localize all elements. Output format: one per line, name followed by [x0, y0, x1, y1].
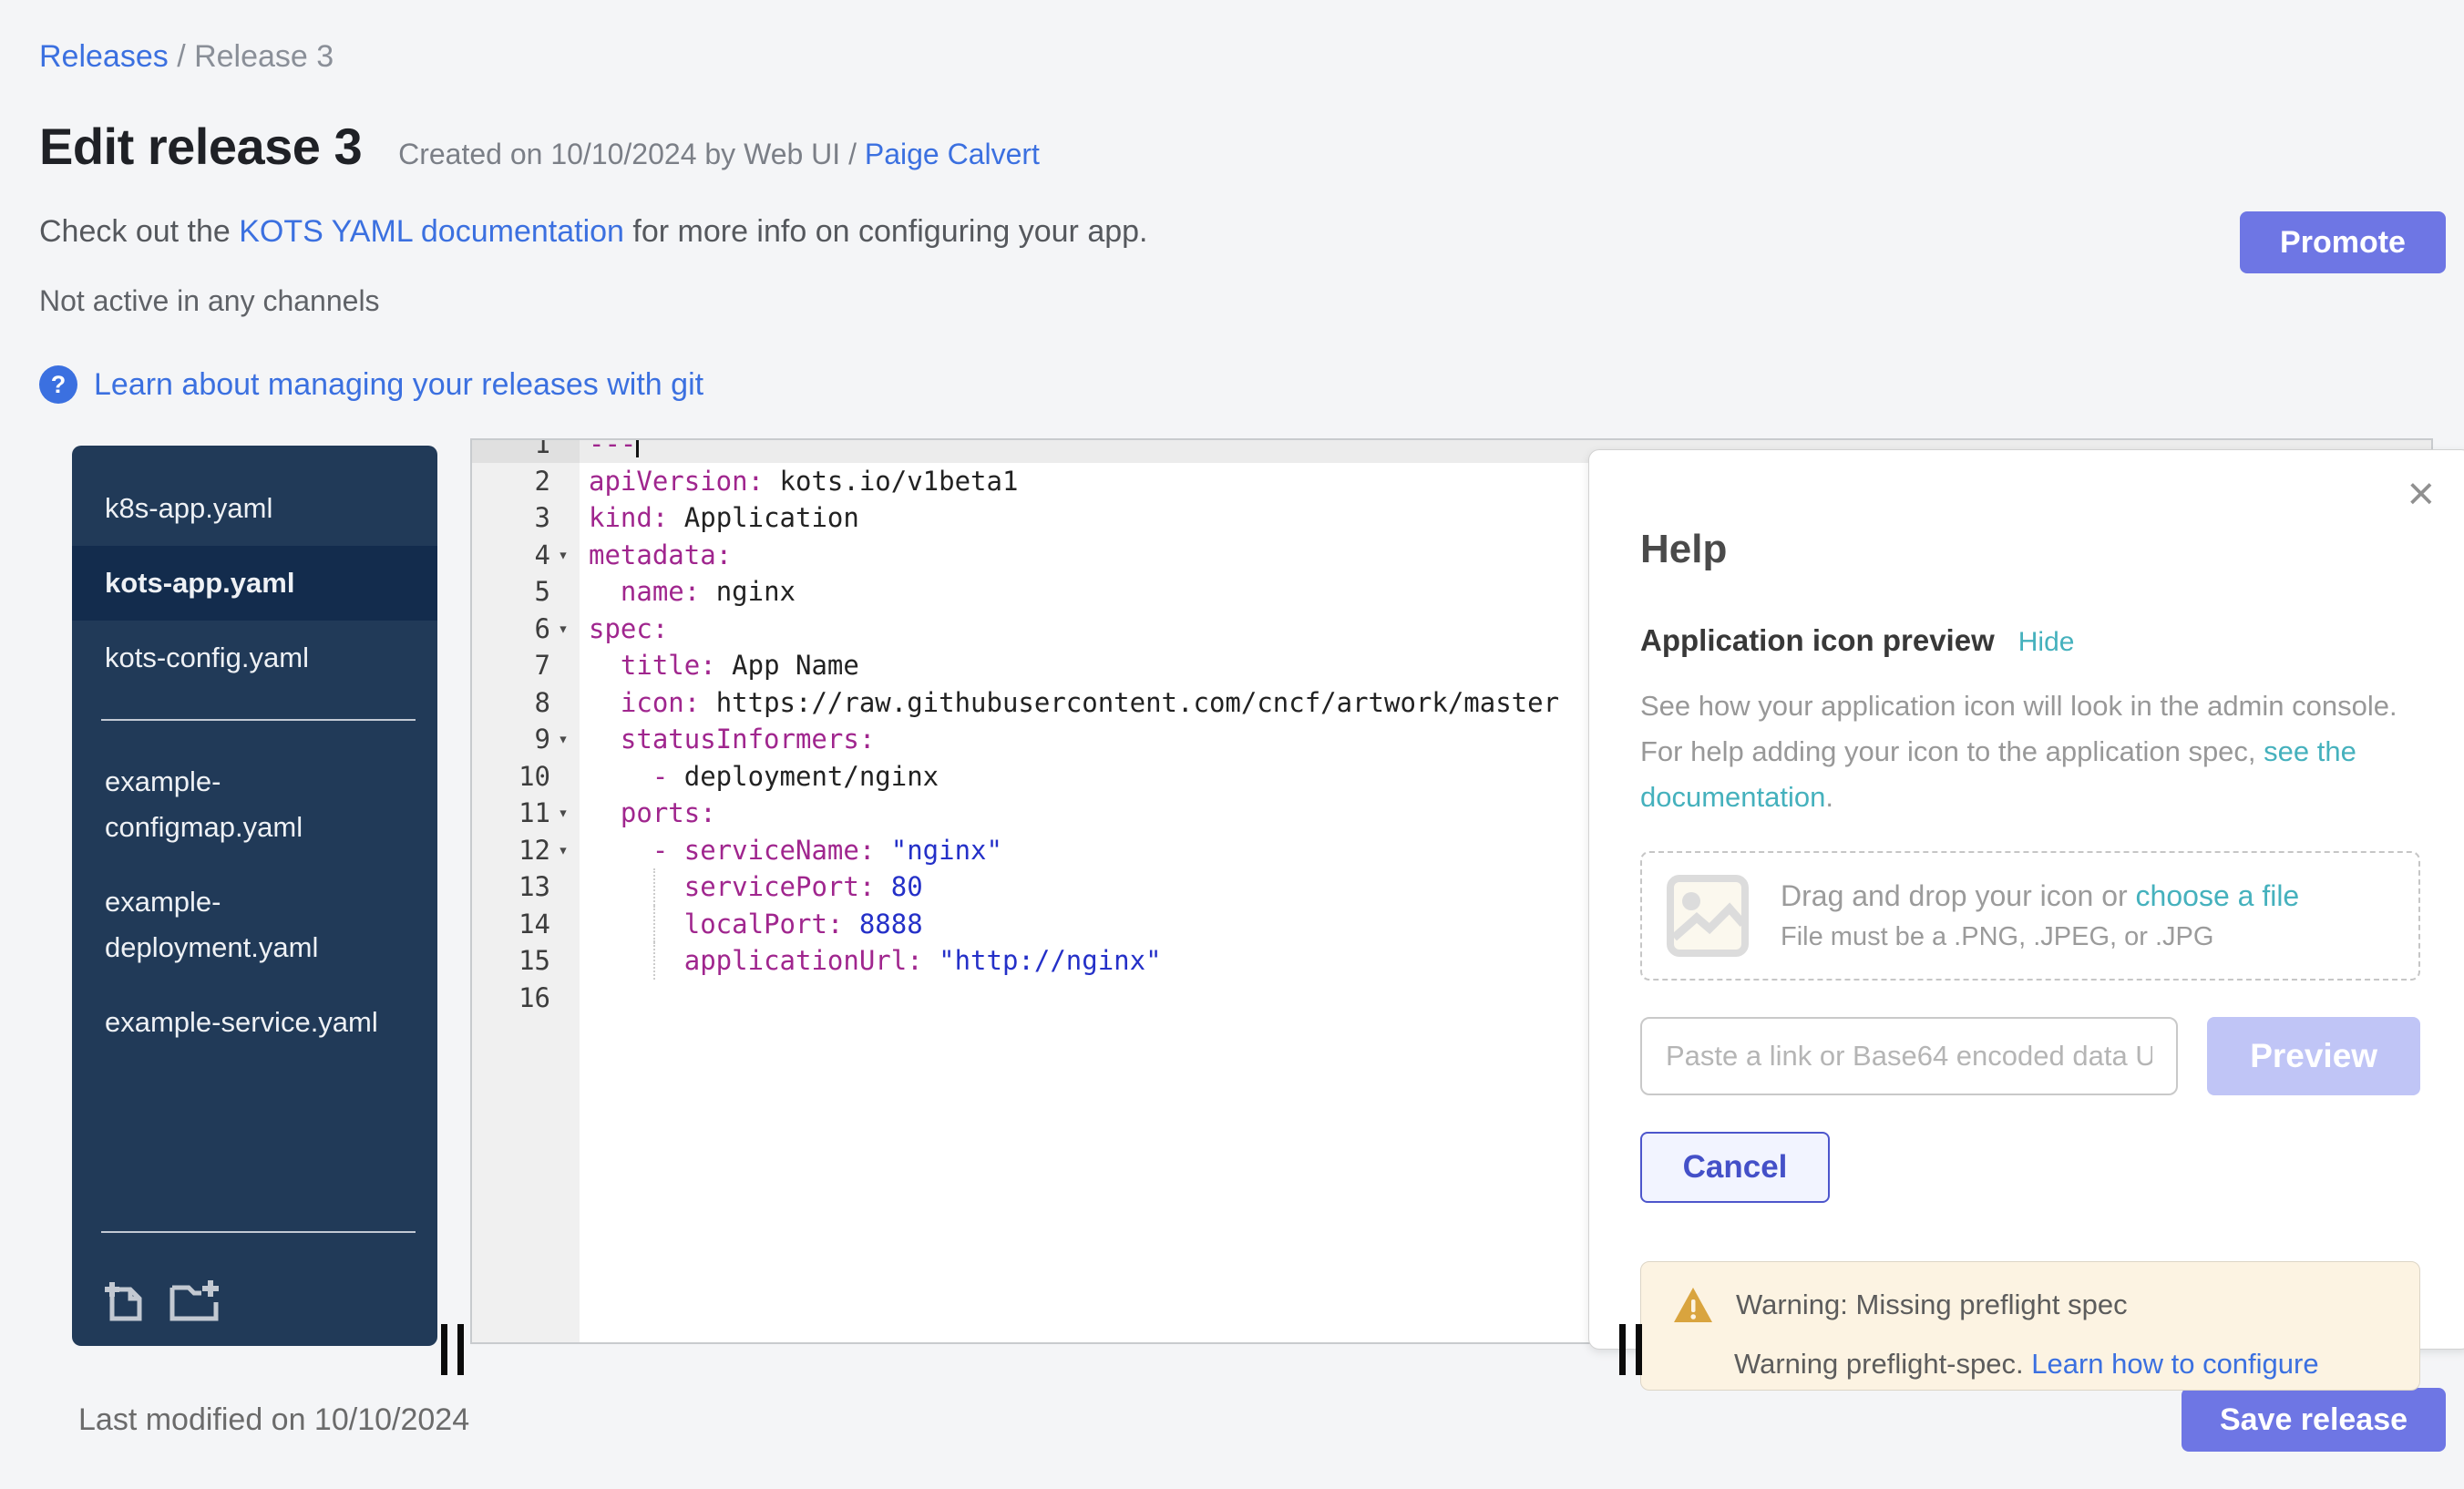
- file-sidebar: k8s-app.yamlkots-app.yamlkots-config.yam…: [72, 446, 437, 1346]
- preflight-warning: Warning: Missing preflight spec Warning …: [1640, 1261, 2420, 1391]
- cancel-button[interactable]: Cancel: [1640, 1132, 1830, 1203]
- fold-arrow-icon[interactable]: ▾: [550, 729, 576, 749]
- promote-button[interactable]: Promote: [2240, 211, 2446, 273]
- gutter-line-11: 11▾: [472, 795, 580, 832]
- gutter-line-12: 12▾: [472, 832, 580, 869]
- breadcrumb-releases-link[interactable]: Releases: [39, 39, 169, 74]
- image-placeholder-icon: [1666, 874, 1750, 958]
- sidebar-file-k8s-app.yaml[interactable]: k8s-app.yaml: [72, 471, 437, 546]
- gutter-line-8: 8: [472, 684, 580, 722]
- fold-arrow-icon[interactable]: ▾: [550, 545, 576, 565]
- channel-status: Not active in any channels: [39, 284, 2464, 318]
- dropzone-hint: File must be a .PNG, .JPEG, or .JPG: [1781, 922, 2299, 952]
- gutter-line-7: 7: [472, 647, 580, 684]
- icon-preview-description: See how your application icon will look …: [1640, 683, 2406, 820]
- fold-arrow-icon[interactable]: ▾: [550, 840, 576, 860]
- breadcrumb-separator: /: [169, 39, 194, 74]
- indent-guide: [653, 906, 655, 943]
- fold-arrow-icon[interactable]: ▾: [550, 619, 576, 639]
- icon-dropzone[interactable]: Drag and drop your icon or choose a file…: [1640, 851, 2420, 981]
- gutter-line-4: 4▾: [472, 537, 580, 574]
- icon-url-input[interactable]: [1640, 1017, 2178, 1095]
- indent-guide: [653, 868, 655, 906]
- main-workspace: k8s-app.yamlkots-app.yamlkots-config.yam…: [39, 438, 2464, 1357]
- gutter-line-10: 10: [472, 758, 580, 796]
- sidebar-divider: [101, 719, 416, 721]
- author-link[interactable]: Paige Calvert: [865, 138, 1040, 170]
- gutter-line-6: 6▾: [472, 611, 580, 648]
- preview-button[interactable]: Preview: [2207, 1017, 2420, 1095]
- doc-line-suffix: for more info on configuring your app.: [624, 214, 1148, 249]
- description-period: .: [1825, 781, 1833, 813]
- panel-resize-handle[interactable]: [1619, 1324, 1642, 1375]
- question-icon: ?: [39, 365, 77, 404]
- icon-preview-title: Application icon preview: [1640, 623, 1995, 658]
- last-modified-text: Last modified on 10/10/2024: [78, 1402, 469, 1438]
- gutter-line-3: 3: [472, 499, 580, 537]
- edit-release-page: Releases / Release 3 Edit release 3 Crea…: [0, 0, 2464, 1489]
- gutter-line-2: 2: [472, 463, 580, 500]
- sidebar-file-kots-config.yaml[interactable]: kots-config.yaml: [72, 621, 437, 695]
- git-releases-link[interactable]: Learn about managing your releases with …: [94, 367, 703, 403]
- sidebar-file-example-deployment.yaml[interactable]: example-deployment.yaml: [72, 865, 437, 985]
- warning-body-text: Warning preflight-spec.: [1734, 1348, 2031, 1380]
- close-icon[interactable]: ×: [2408, 470, 2435, 518]
- sidebar-resize-handle[interactable]: [441, 1324, 464, 1375]
- gutter-line-1: 1: [472, 440, 580, 463]
- sidebar-file-kots-app.yaml[interactable]: kots-app.yaml: [72, 546, 437, 621]
- indent-guide: [653, 942, 655, 980]
- gutter-line-13: 13: [472, 868, 580, 906]
- doc-line-prefix: Check out the: [39, 214, 239, 249]
- warning-title: Warning: Missing preflight spec: [1736, 1289, 2128, 1321]
- breadcrumb: Releases / Release 3: [39, 39, 2464, 75]
- gutter-line-16: 16: [472, 980, 580, 1017]
- editor-gutter: 1234▾56▾789▾1011▾12▾13141516: [472, 440, 580, 1342]
- editor-caret: [636, 440, 639, 457]
- page-title: Edit release 3: [39, 117, 362, 176]
- dropzone-text: Drag and drop your icon or choose a file: [1781, 879, 2299, 913]
- help-panel: × Help Application icon preview Hide See…: [1588, 449, 2464, 1350]
- choose-file-link[interactable]: choose a file: [2136, 879, 2300, 912]
- help-title: Help: [1640, 527, 2420, 572]
- file-group-primary: k8s-app.yamlkots-app.yamlkots-config.yam…: [72, 471, 437, 695]
- new-file-icon[interactable]: [103, 1278, 145, 1322]
- created-info: Created on 10/10/2024 by Web UI / Paige …: [398, 138, 1040, 171]
- new-folder-icon[interactable]: [169, 1278, 223, 1322]
- sidebar-file-example-configmap.yaml[interactable]: example-configmap.yaml: [72, 744, 437, 865]
- gutter-line-14: 14: [472, 906, 580, 943]
- sidebar-bottom: [72, 1207, 437, 1322]
- gutter-line-5: 5: [472, 573, 580, 611]
- warning-body: Warning preflight-spec. Learn how to con…: [1734, 1348, 2388, 1381]
- warning-icon: [1672, 1286, 1714, 1324]
- sidebar-file-example-service.yaml[interactable]: example-service.yaml: [72, 985, 437, 1060]
- dropzone-text-prefix: Drag and drop your icon or: [1781, 879, 2136, 912]
- learn-configure-link[interactable]: Learn how to configure: [2031, 1348, 2318, 1380]
- doc-line: Check out the KOTS YAML documentation fo…: [39, 214, 2464, 250]
- gutter-line-9: 9▾: [472, 721, 580, 758]
- created-text: Created on 10/10/2024 by Web UI /: [398, 138, 865, 170]
- fold-arrow-icon[interactable]: ▾: [550, 803, 576, 823]
- sidebar-bottom-divider: [101, 1231, 416, 1233]
- breadcrumb-current: Release 3: [194, 39, 334, 74]
- save-release-button[interactable]: Save release: [2182, 1388, 2446, 1452]
- file-group-examples: example-configmap.yamlexample-deployment…: [72, 744, 437, 1060]
- kots-yaml-doc-link[interactable]: KOTS YAML documentation: [239, 214, 624, 249]
- hide-link[interactable]: Hide: [2018, 627, 2075, 658]
- gutter-line-15: 15: [472, 942, 580, 980]
